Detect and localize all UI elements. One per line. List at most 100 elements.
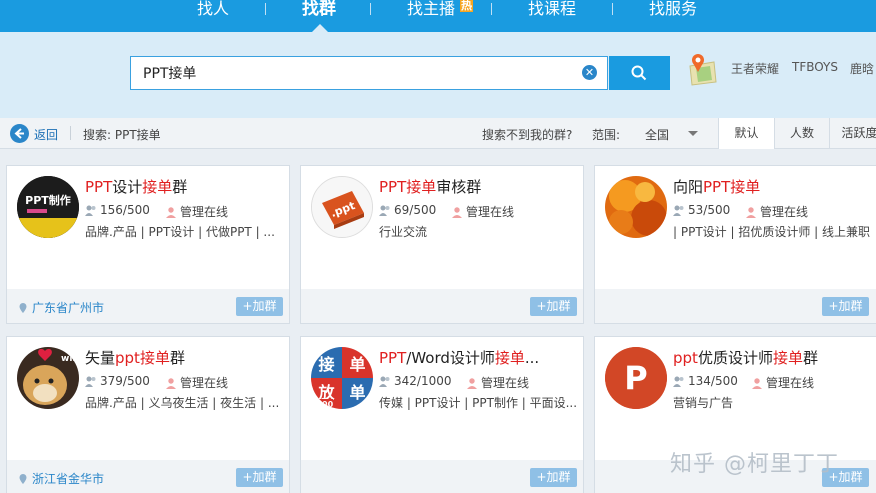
range-select[interactable]: 全国 xyxy=(645,126,669,143)
group-avatar xyxy=(605,176,667,238)
range-label: 范围: xyxy=(592,128,621,142)
member-count: 53/500 xyxy=(673,203,730,217)
members-icon xyxy=(673,376,684,387)
group-avatar: 接 单 放 单 1000 xyxy=(311,347,373,409)
map-pin-icon[interactable] xyxy=(686,52,718,86)
admin-status: 管理在线 xyxy=(751,374,814,391)
nav-find-courses[interactable]: 找课程 xyxy=(528,0,576,32)
group-avatar: PPT制作 xyxy=(17,176,79,238)
svg-text:PPT制作: PPT制作 xyxy=(25,193,71,207)
group-avatar: win xyxy=(17,347,79,409)
group-name[interactable]: 向阳PPT接单 xyxy=(673,176,760,197)
nav-find-people[interactable]: 找人 xyxy=(197,0,229,32)
group-tags: 品牌.产品 | 义乌夜生活 | 夜生活 | ... xyxy=(85,396,280,410)
admin-icon xyxy=(166,378,176,389)
join-group-button[interactable]: +加群 xyxy=(530,297,577,316)
search-button[interactable] xyxy=(609,56,670,90)
sort-tab-activity[interactable]: 活跃度 xyxy=(829,118,876,149)
group-name[interactable]: PPT设计接单群 xyxy=(85,176,187,197)
card-footer: +加群 xyxy=(595,289,876,323)
query-label: 搜索: PPT接单 xyxy=(83,128,161,142)
join-group-button[interactable]: +加群 xyxy=(236,297,283,316)
admin-icon xyxy=(166,207,176,218)
admin-icon xyxy=(452,207,462,218)
member-count: 134/500 xyxy=(673,374,738,388)
group-card[interactable]: .ppt PPT接单审核群 69/500 管理在线 行业交流 +加群 xyxy=(300,165,584,324)
card-footer: 广东省广州市 +加群 xyxy=(7,289,289,323)
admin-status: 管理在线 xyxy=(451,203,514,220)
nav-separator xyxy=(370,3,371,15)
group-name[interactable]: PPT接单审核群 xyxy=(379,176,481,197)
group-avatar: P xyxy=(605,347,667,409)
group-tags: 行业交流 xyxy=(379,225,428,239)
hot-keyword[interactable]: 王者荣耀 xyxy=(731,60,779,77)
location: 浙江省金华市 xyxy=(17,470,104,487)
svg-text:1000: 1000 xyxy=(311,400,334,409)
members-icon xyxy=(85,205,96,216)
location: 广东省广州市 xyxy=(17,299,104,316)
group-card[interactable]: 向阳PPT接单 53/500 管理在线 | PPT设计 | 招优质设计师 | 线… xyxy=(594,165,876,324)
hot-keyword[interactable]: TFBOYS xyxy=(792,60,838,74)
location-pin-icon xyxy=(19,303,27,313)
search-box: ✕ xyxy=(130,56,608,90)
card-footer: +加群 xyxy=(301,460,583,493)
divider xyxy=(70,126,71,140)
group-avatar: .ppt xyxy=(311,176,373,238)
members-icon xyxy=(379,376,390,387)
member-count: 156/500 xyxy=(85,203,150,217)
members-icon xyxy=(379,205,390,216)
active-tab-caret xyxy=(312,24,328,32)
group-tags: 营销与广告 xyxy=(673,396,734,410)
admin-icon xyxy=(467,378,477,389)
group-card[interactable]: win 矢量ppt接单群 379/500 管理在线 品牌.产品 | 义乌夜生活 … xyxy=(6,336,290,493)
group-name[interactable]: PPT/Word设计师接单... xyxy=(379,347,539,368)
member-count: 379/500 xyxy=(85,374,150,388)
group-tags: 传媒 | PPT设计 | PPT制作 | 平面设... xyxy=(379,396,578,410)
search-band: ✕ 王者荣耀 TFBOYS 鹿晗 xyxy=(0,32,876,118)
nav-find-streamers[interactable]: 找主播 xyxy=(407,0,455,32)
nav-separator xyxy=(491,3,492,15)
admin-status: 管理在线 xyxy=(165,203,228,220)
location-pin-icon xyxy=(19,474,27,484)
svg-text:单: 单 xyxy=(349,383,365,402)
members-icon xyxy=(85,376,96,387)
card-footer: +加群 xyxy=(301,289,583,323)
join-group-button[interactable]: +加群 xyxy=(236,468,283,487)
admin-icon xyxy=(752,378,762,389)
filter-bar: 返回 搜索: PPT接单 搜索不到我的群? 范围: 全国 默认 人数 活跃度 xyxy=(0,118,876,149)
sort-tab-default[interactable]: 默认 xyxy=(718,118,774,149)
group-tags: | PPT设计 | 招优质设计师 | 线上兼职 xyxy=(673,225,871,239)
not-found-link[interactable]: 搜索不到我的群? xyxy=(482,126,572,143)
svg-text:接: 接 xyxy=(318,355,334,374)
search-icon xyxy=(631,65,647,81)
group-name[interactable]: ppt优质设计师接单群 xyxy=(673,347,818,368)
join-group-button[interactable]: +加群 xyxy=(822,297,869,316)
clear-icon[interactable]: ✕ xyxy=(582,65,597,80)
watermark: 知乎 @柯里丁丁 xyxy=(670,452,839,477)
nav-separator xyxy=(265,3,266,15)
admin-icon xyxy=(746,207,756,218)
sort-tab-members[interactable]: 人数 xyxy=(774,118,829,149)
admin-status: 管理在线 xyxy=(466,374,529,391)
admin-status: 管理在线 xyxy=(165,374,228,391)
member-count: 69/500 xyxy=(379,203,436,217)
join-group-button[interactable]: +加群 xyxy=(530,468,577,487)
members-icon xyxy=(673,205,684,216)
hot-keyword[interactable]: 鹿晗 xyxy=(850,60,874,77)
group-card[interactable]: 接 单 放 单 1000 PPT/Word设计师接单... 342/1000 管… xyxy=(300,336,584,493)
group-tags: 品牌.产品 | PPT设计 | 代做PPT | ... xyxy=(85,225,275,239)
nav-find-services[interactable]: 找服务 xyxy=(649,0,697,32)
nav-separator xyxy=(612,3,613,15)
hot-badge: 热 xyxy=(460,0,473,12)
card-footer: 浙江省金华市 +加群 xyxy=(7,460,289,493)
admin-status: 管理在线 xyxy=(745,203,808,220)
group-card[interactable]: PPT制作 PPT设计接单群 156/500 管理在线 品牌.产品 | PPT设… xyxy=(6,165,290,324)
search-input[interactable] xyxy=(143,63,563,83)
group-name[interactable]: 矢量ppt接单群 xyxy=(85,347,185,368)
back-arrow-icon[interactable] xyxy=(10,124,29,143)
back-link[interactable]: 返回 xyxy=(34,126,58,143)
svg-text:P: P xyxy=(624,359,647,397)
top-nav: 找人 找群 找主播 热 找课程 找服务 xyxy=(0,0,876,32)
svg-text:win: win xyxy=(61,354,79,364)
chevron-down-icon[interactable] xyxy=(688,131,698,136)
